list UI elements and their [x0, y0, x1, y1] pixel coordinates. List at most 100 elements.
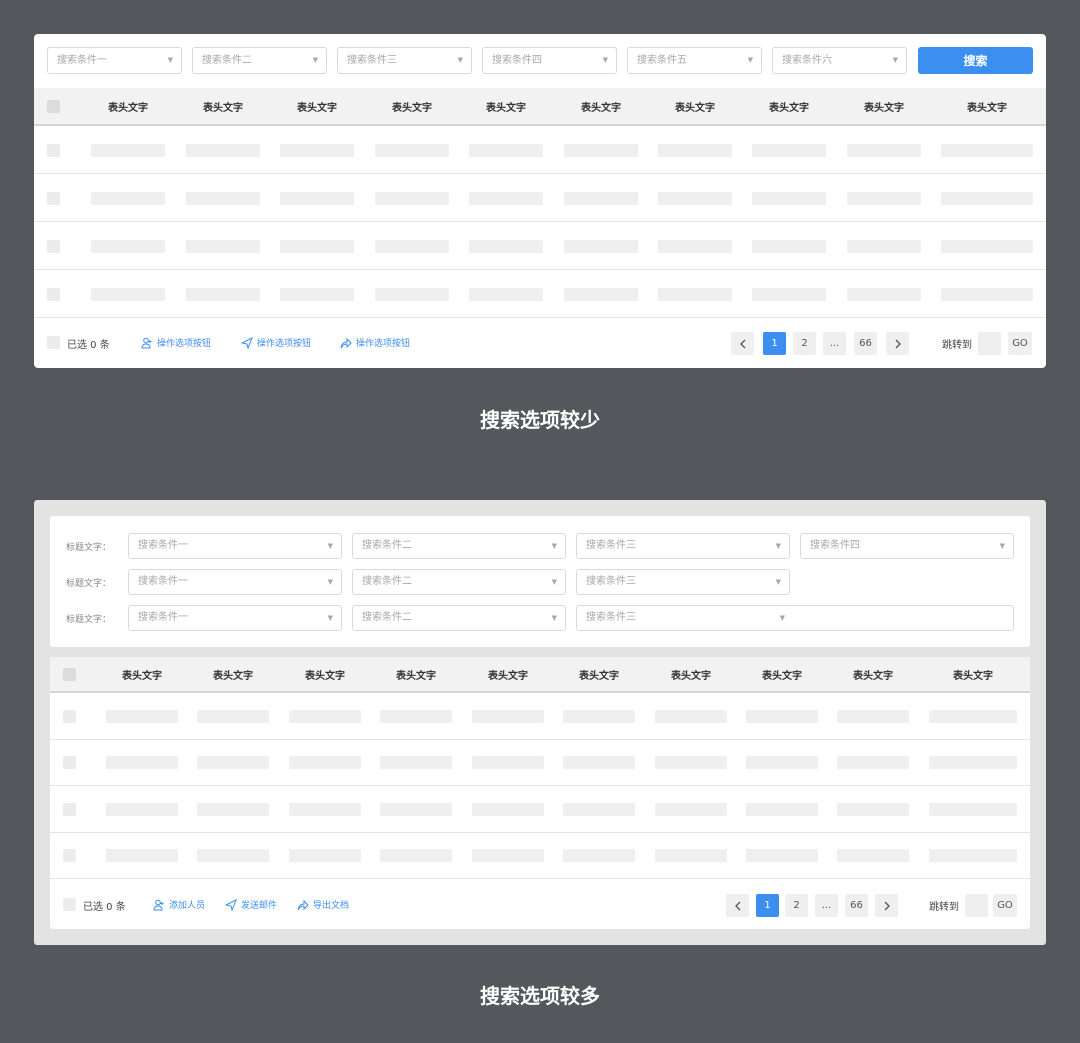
- filter-select-r2-c2[interactable]: 搜索条件二 ▼: [352, 569, 566, 595]
- page-button-last[interactable]: 66: [845, 894, 868, 917]
- action-label: 添加人员: [169, 901, 206, 911]
- cell-placeholder: [469, 143, 543, 157]
- filter-select-r2-c3[interactable]: 搜索条件三 ▼: [576, 569, 790, 595]
- search-button[interactable]: 搜索: [918, 47, 1033, 74]
- table-row[interactable]: [34, 174, 1046, 222]
- table-row[interactable]: [50, 693, 1030, 740]
- column-header: 表头文字: [305, 670, 345, 682]
- cell-placeholder: [563, 802, 635, 816]
- row-checkbox[interactable]: [63, 709, 76, 723]
- cell-placeholder: [746, 849, 818, 863]
- select-value: 搜索条件六: [782, 55, 832, 66]
- filter-select-r1-c3[interactable]: 搜索条件三 ▼: [576, 533, 790, 559]
- cell-placeholder: [380, 849, 452, 863]
- prev-page-button[interactable]: [726, 894, 749, 917]
- jump-page-input[interactable]: [965, 894, 988, 917]
- jump-page-input[interactable]: [978, 332, 1001, 355]
- chevron-right-icon: [895, 339, 901, 348]
- cell-placeholder: [563, 756, 635, 770]
- cell-placeholder: [746, 709, 818, 723]
- cell-placeholder: [847, 287, 921, 301]
- filter-select-r1-c1[interactable]: 搜索条件一 ▼: [128, 533, 342, 559]
- cell-placeholder: [847, 239, 921, 253]
- row-checkbox[interactable]: [47, 287, 60, 301]
- caption-few-filters: 搜索选项较少: [480, 408, 600, 432]
- page-button-1[interactable]: 1: [763, 332, 786, 355]
- table-row[interactable]: [34, 222, 1046, 270]
- cell-placeholder: [752, 239, 826, 253]
- cell-placeholder: [658, 191, 732, 205]
- filter-select-4[interactable]: 搜索条件四 ▼: [482, 47, 617, 74]
- table-row[interactable]: [50, 833, 1030, 880]
- cell-placeholder: [106, 849, 178, 863]
- page-ellipsis: ...: [815, 894, 838, 917]
- page-button-2[interactable]: 2: [793, 332, 816, 355]
- filter-select-r3-c2[interactable]: 搜索条件二 ▼: [352, 605, 566, 631]
- jump-label: 跳转到: [929, 902, 959, 913]
- page-button-last[interactable]: 66: [854, 332, 877, 355]
- action-button-1[interactable]: 操作选项按钮: [141, 336, 211, 349]
- caret-down-icon: ▼: [779, 614, 785, 622]
- jump-label: 跳转到: [942, 340, 972, 351]
- page-button-2[interactable]: 2: [785, 894, 808, 917]
- column-header: 表头文字: [967, 102, 1007, 114]
- filter-select-r1-c4[interactable]: 搜索条件四 ▼: [800, 533, 1014, 559]
- cell-placeholder: [289, 802, 361, 816]
- filter-select-3[interactable]: 搜索条件三 ▼: [337, 47, 472, 74]
- go-button[interactable]: GO: [993, 894, 1017, 917]
- footer-select-checkbox[interactable]: [47, 336, 60, 349]
- filter-select-r2-c1[interactable]: 搜索条件一 ▼: [128, 569, 342, 595]
- row-checkbox[interactable]: [47, 143, 60, 157]
- next-page-button[interactable]: [886, 332, 909, 355]
- filter-select-r3-c3[interactable]: 搜索条件三 ▼: [576, 605, 1014, 631]
- cell-placeholder: [186, 239, 260, 253]
- table-row[interactable]: [34, 270, 1046, 318]
- select-value: 搜索条件一: [138, 612, 188, 623]
- cell-placeholder: [746, 756, 818, 770]
- caret-down-icon: ▼: [999, 542, 1005, 550]
- filter-select-5[interactable]: 搜索条件五 ▼: [627, 47, 762, 74]
- share-icon: [340, 337, 352, 348]
- row-checkbox[interactable]: [47, 191, 60, 205]
- cell-placeholder: [280, 191, 354, 205]
- cell-placeholder: [280, 287, 354, 301]
- action-button-2[interactable]: 操作选项按钮: [241, 336, 311, 349]
- export-doc-button[interactable]: 导出文档: [297, 898, 349, 911]
- cell-placeholder: [375, 191, 449, 205]
- go-button[interactable]: GO: [1008, 332, 1032, 355]
- cell-placeholder: [655, 709, 727, 723]
- cell-placeholder: [929, 709, 1017, 723]
- select-value: 搜索条件三: [347, 55, 397, 66]
- row-checkbox[interactable]: [47, 239, 60, 253]
- filter-select-r1-c2[interactable]: 搜索条件二 ▼: [352, 533, 566, 559]
- action-button-3[interactable]: 操作选项按钮: [340, 336, 410, 349]
- select-value: 搜索条件三: [586, 612, 636, 623]
- send-mail-button[interactable]: 发送邮件: [225, 898, 277, 911]
- select-all-checkbox[interactable]: [63, 668, 76, 681]
- select-all-checkbox[interactable]: [47, 100, 60, 113]
- cell-placeholder: [375, 287, 449, 301]
- filter-select-2[interactable]: 搜索条件二 ▼: [192, 47, 327, 74]
- prev-page-button[interactable]: [731, 332, 754, 355]
- row-checkbox[interactable]: [63, 756, 76, 770]
- cell-placeholder: [289, 709, 361, 723]
- table-row[interactable]: [50, 740, 1030, 787]
- table-row[interactable]: [34, 126, 1046, 174]
- row-checkbox[interactable]: [63, 802, 76, 816]
- filter-select-1[interactable]: 搜索条件一 ▼: [47, 47, 182, 74]
- column-header: 表头文字: [392, 102, 432, 114]
- column-header: 表头文字: [953, 670, 993, 682]
- caret-down-icon: ▼: [551, 578, 557, 586]
- add-member-button[interactable]: 添加人员: [153, 898, 205, 911]
- footer-select-checkbox[interactable]: [63, 898, 76, 911]
- select-value: 搜索条件三: [586, 576, 636, 587]
- page-button-1[interactable]: 1: [756, 894, 779, 917]
- filter-select-r3-c1[interactable]: 搜索条件一 ▼: [128, 605, 342, 631]
- table-row[interactable]: [50, 786, 1030, 833]
- send-icon: [225, 898, 237, 911]
- next-page-button[interactable]: [875, 894, 898, 917]
- filter-select-6[interactable]: 搜索条件六 ▼: [772, 47, 907, 74]
- row-checkbox[interactable]: [63, 849, 76, 863]
- filter-row-label: 标题文字：: [66, 615, 112, 625]
- action-label: 操作选项按钮: [257, 339, 312, 349]
